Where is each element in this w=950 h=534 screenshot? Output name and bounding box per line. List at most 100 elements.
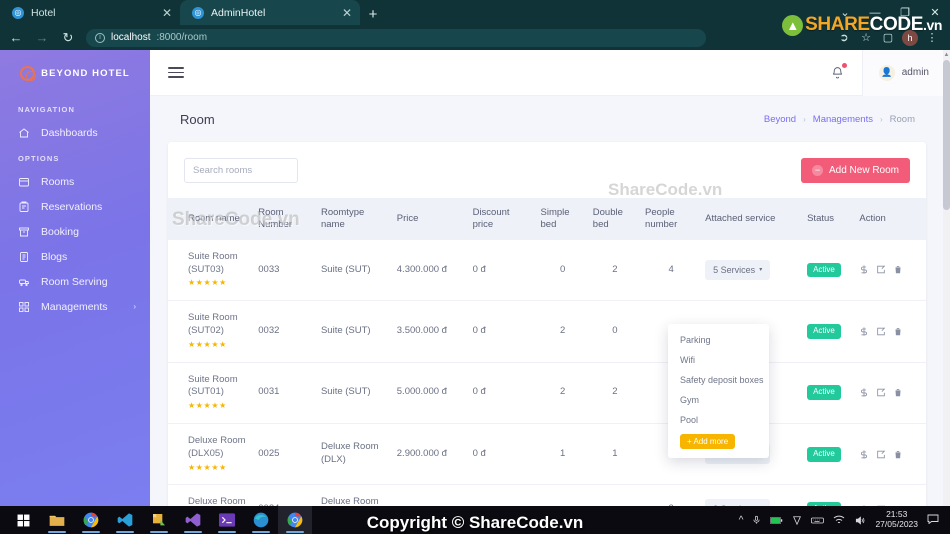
scrollbar-thumb[interactable]: [943, 60, 950, 210]
trash-icon[interactable]: [893, 449, 903, 460]
bookmark-star-icon[interactable]: ☆: [856, 28, 876, 48]
minimize-button[interactable]: —: [860, 0, 890, 25]
dollar-icon[interactable]: [859, 387, 869, 398]
column-people-number: People number: [641, 198, 702, 240]
sidebar-item-booking[interactable]: Booking: [0, 219, 150, 244]
taskbar-vscode-icon[interactable]: [108, 506, 142, 534]
wifi-icon[interactable]: [833, 515, 845, 525]
trash-icon[interactable]: [893, 387, 903, 398]
user-menu[interactable]: 👤 admin: [861, 50, 945, 96]
service-menu-item-safety-deposit-boxes[interactable]: Safety deposit boxes: [668, 370, 769, 390]
breadcrumb-item-managements[interactable]: Managements: [813, 114, 873, 125]
share-icon[interactable]: ➲: [834, 28, 854, 48]
taskbar-clock[interactable]: 21:53 27/05/2023: [875, 509, 918, 530]
edit-icon[interactable]: [876, 326, 886, 337]
back-icon[interactable]: ←: [8, 30, 24, 46]
row-actions: [859, 264, 922, 275]
attached-services-dropdown-menu[interactable]: Parking Wifi Safety deposit boxes Gym Po…: [668, 324, 769, 458]
taskbar-edge-icon[interactable]: [244, 506, 278, 534]
taskbar-sql-server-icon[interactable]: [142, 506, 176, 534]
cart-icon: [19, 279, 30, 286]
notifications-button[interactable]: [814, 50, 862, 96]
table-row[interactable]: Deluxe Room (DLX04) 0024 Deluxe Room (DL…: [168, 484, 926, 506]
close-icon[interactable]: ✕: [342, 7, 352, 19]
taskbar-chrome-icon-focused[interactable]: [278, 506, 312, 534]
edit-icon[interactable]: [876, 449, 886, 460]
hamburger-icon[interactable]: [168, 64, 184, 81]
edit-icon[interactable]: [876, 264, 886, 275]
search-input[interactable]: [184, 157, 298, 183]
battery-icon[interactable]: [770, 516, 783, 525]
trash-icon[interactable]: [893, 326, 903, 337]
close-window-button[interactable]: ✕: [920, 0, 950, 25]
profile-icon[interactable]: h: [900, 28, 920, 48]
sidebar-item-reservations[interactable]: Reservations: [0, 194, 150, 219]
toolbar-actions: ➲ ☆ ▢ h ⋮: [834, 28, 942, 48]
chevron-up-icon[interactable]: ^: [739, 515, 744, 526]
extension-icon[interactable]: ▢: [878, 28, 898, 48]
status-badge: Active: [807, 385, 841, 401]
site-info-icon[interactable]: i: [95, 32, 105, 43]
browser-tab-adminhotel[interactable]: ◎ AdminHotel ✕: [180, 0, 360, 25]
taskbar-file-explorer-icon[interactable]: [40, 506, 74, 534]
sidebar-item-dashboards[interactable]: Dashboards: [0, 120, 150, 145]
document-icon: [20, 251, 28, 262]
profile-avatar[interactable]: h: [902, 29, 918, 46]
dollar-icon[interactable]: [859, 264, 869, 275]
notification-center-icon[interactable]: [927, 514, 940, 527]
breadcrumb-item-beyond[interactable]: Beyond: [764, 114, 796, 125]
page-scrollbar[interactable]: ▲: [943, 50, 950, 506]
sidebar-item-rooms[interactable]: Rooms: [0, 169, 150, 194]
dollar-icon[interactable]: [859, 449, 869, 460]
room-price: 4.300.000 đ: [392, 239, 469, 302]
new-tab-button[interactable]: +: [360, 3, 386, 25]
attached-services-dropdown-button[interactable]: 3 Services ▾: [705, 499, 771, 506]
add-new-room-button[interactable]: − Add New Room: [800, 157, 910, 183]
edit-icon[interactable]: [876, 387, 886, 398]
sidebar-item-room-serving[interactable]: Room Serving: [0, 269, 150, 294]
volume-icon[interactable]: [854, 515, 866, 526]
add-more-services-button[interactable]: + Add more: [680, 434, 736, 449]
column-room-number: Room Number: [254, 198, 317, 240]
vpn-icon[interactable]: [792, 515, 802, 526]
service-menu-item-gym[interactable]: Gym: [668, 390, 769, 410]
status-badge: Active: [807, 262, 841, 278]
service-menu-item-pool[interactable]: Pool: [668, 410, 769, 430]
maximize-button[interactable]: ❐: [890, 0, 920, 25]
simple-bed-count: 2: [536, 300, 589, 363]
chevron-down-icon[interactable]: ⌄: [830, 0, 860, 25]
table-row[interactable]: Suite Room (SUT01) ★★★★★ 0031 Suite (SUT…: [168, 362, 926, 425]
table-row[interactable]: Deluxe Room (DLX05) ★★★★★ 0025 Deluxe Ro…: [168, 423, 926, 486]
service-menu-item-wifi[interactable]: Wifi: [668, 350, 769, 370]
scroll-up-arrow-icon[interactable]: ▲: [943, 50, 950, 59]
browser-tab-hotel[interactable]: ◎ Hotel ✕: [0, 0, 180, 25]
address-bar[interactable]: i localhost:8000/room: [86, 28, 706, 47]
simple-bed-count: 1: [536, 423, 589, 486]
sidebar-item-managements[interactable]: Managements ›: [0, 294, 150, 319]
room-discount-price: 0 đ: [468, 423, 537, 486]
attached-services-dropdown-button[interactable]: 5 Services ▾: [705, 259, 771, 280]
close-icon[interactable]: ✕: [162, 7, 172, 19]
table-row[interactable]: Suite Room (SUT02) ★★★★★ 0032 Suite (SUT…: [168, 300, 926, 363]
forward-icon[interactable]: →: [34, 30, 50, 46]
service-menu-item-parking[interactable]: Parking: [668, 330, 769, 350]
reload-icon[interactable]: ↻: [60, 30, 76, 46]
simple-bed-count: [536, 484, 589, 506]
microphone-icon[interactable]: [752, 514, 761, 526]
trash-icon[interactable]: [893, 264, 903, 275]
rating-stars: ★★★★★: [188, 462, 227, 472]
keyboard-icon[interactable]: [811, 516, 825, 525]
taskbar-chrome-icon[interactable]: [74, 506, 108, 534]
screen: ◎ Hotel ✕ ◎ AdminHotel ✕ + ⌄ — ❐ ✕ ← → ↻…: [0, 0, 950, 534]
room-number: 0033: [254, 239, 317, 302]
taskbar-visual-studio-icon[interactable]: [176, 506, 210, 534]
windows-start-icon[interactable]: [6, 506, 40, 534]
dollar-icon[interactable]: [859, 326, 869, 337]
menu-kebab-icon[interactable]: ⋮: [922, 28, 942, 48]
taskbar-terminal-icon[interactable]: [210, 506, 244, 534]
sidebar-item-blogs[interactable]: Blogs: [0, 244, 150, 269]
tab-strip: ◎ Hotel ✕ ◎ AdminHotel ✕ + ⌄ — ❐ ✕: [0, 0, 950, 25]
table-row[interactable]: Suite Room (SUT03) ★★★★★ 0033 Suite (SUT…: [168, 239, 926, 302]
room-price: 5.000.000 đ: [392, 362, 469, 425]
brand-logo[interactable]: BEYOND HOTEL: [0, 50, 150, 96]
